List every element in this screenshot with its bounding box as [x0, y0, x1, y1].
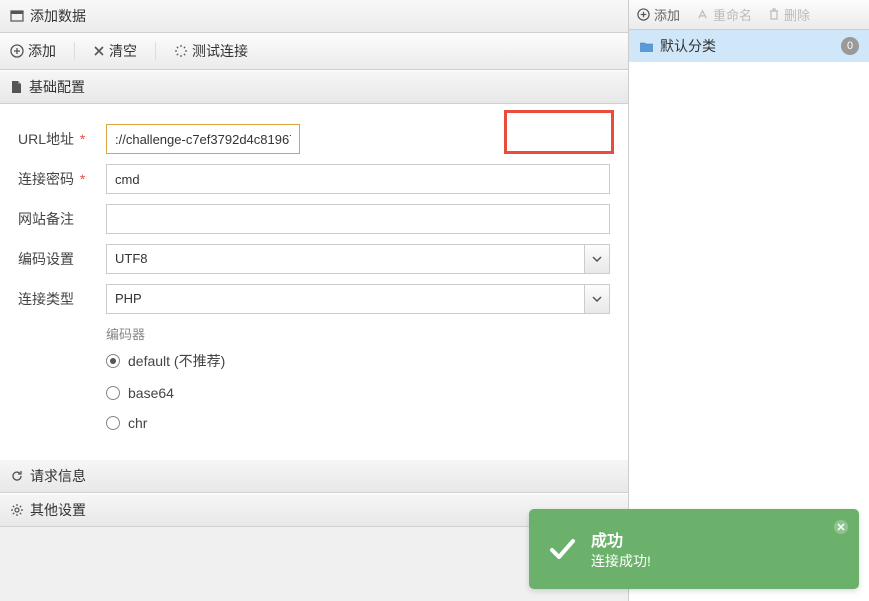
chevron-down-icon [592, 296, 602, 302]
password-input[interactable] [106, 164, 610, 194]
toast-title: 成功 [591, 527, 651, 551]
radio-icon [106, 354, 120, 368]
count-badge: 0 [841, 37, 859, 55]
chevron-down-icon [592, 256, 602, 262]
radio-icon [106, 386, 120, 400]
loading-icon [174, 44, 188, 58]
trash-icon [768, 8, 780, 21]
radio-label: chr [128, 415, 147, 431]
x-icon [93, 45, 105, 57]
encoder-label: 编码器 [106, 324, 610, 343]
category-row[interactable]: 默认分类 0 [629, 30, 869, 62]
test-connection-button[interactable]: 测试连接 [174, 41, 248, 61]
encoding-select[interactable]: UTF8 [106, 244, 584, 274]
form-area: URL地址 * 连接密码 * 网站备注 编码设置 UTF8 [0, 104, 628, 459]
right-add-label: 添加 [654, 5, 680, 24]
window-icon [10, 9, 24, 23]
category-name: 默认分类 [660, 36, 716, 56]
delete-label: 删除 [784, 5, 810, 24]
url-label: URL地址 * [18, 129, 106, 149]
delete-button[interactable]: 删除 [768, 5, 810, 24]
encoder-radio-group: default (不推荐) base64 chr [106, 351, 610, 431]
radio-label: default (不推荐) [128, 351, 225, 371]
type-select[interactable]: PHP [106, 284, 584, 314]
type-dropdown-button[interactable] [584, 284, 610, 314]
note-label: 网站备注 [18, 209, 106, 229]
encoding-label: 编码设置 [18, 249, 106, 269]
clear-label: 清空 [109, 41, 137, 61]
add-label: 添加 [28, 41, 56, 61]
panel-title: 添加数据 [30, 6, 86, 26]
refresh-icon [10, 469, 24, 483]
encoding-dropdown-button[interactable] [584, 244, 610, 274]
success-toast: 成功 连接成功! [529, 509, 859, 589]
plus-circle-icon [10, 44, 24, 58]
plus-circle-icon [637, 8, 650, 21]
radio-label: base64 [128, 385, 174, 401]
folder-icon [639, 40, 654, 53]
file-icon [10, 80, 23, 94]
right-add-button[interactable]: 添加 [637, 5, 680, 24]
annotation-rect [504, 110, 614, 154]
rename-button[interactable]: 重命名 [696, 5, 752, 24]
font-icon [696, 8, 709, 21]
right-toolbar: 添加 重命名 删除 [629, 0, 869, 30]
password-label: 连接密码 * [18, 169, 106, 189]
toast-close-button[interactable] [833, 519, 849, 535]
clear-button[interactable]: 清空 [93, 41, 137, 61]
toolbar-separator [74, 42, 75, 60]
type-label: 连接类型 [18, 289, 106, 309]
radio-base64[interactable]: base64 [106, 385, 610, 401]
check-icon [547, 534, 577, 564]
toast-message: 连接成功! [591, 551, 651, 571]
radio-default[interactable]: default (不推荐) [106, 351, 610, 371]
section-request[interactable]: 请求信息 [0, 459, 628, 493]
rename-label: 重命名 [713, 5, 752, 24]
note-input[interactable] [106, 204, 610, 234]
panel-title-bar: 添加数据 [0, 0, 628, 33]
radio-chr[interactable]: chr [106, 415, 610, 431]
section-basic-label: 基础配置 [29, 77, 85, 97]
section-request-label: 请求信息 [30, 466, 86, 486]
test-label: 测试连接 [192, 41, 248, 61]
gear-icon [10, 503, 24, 517]
section-other-label: 其他设置 [30, 500, 86, 520]
url-input[interactable] [106, 124, 300, 154]
radio-icon [106, 416, 120, 430]
add-button[interactable]: 添加 [10, 41, 56, 61]
toolbar: 添加 清空 测试连接 [0, 33, 628, 70]
section-basic[interactable]: 基础配置 [0, 70, 628, 104]
toolbar-separator [155, 42, 156, 60]
